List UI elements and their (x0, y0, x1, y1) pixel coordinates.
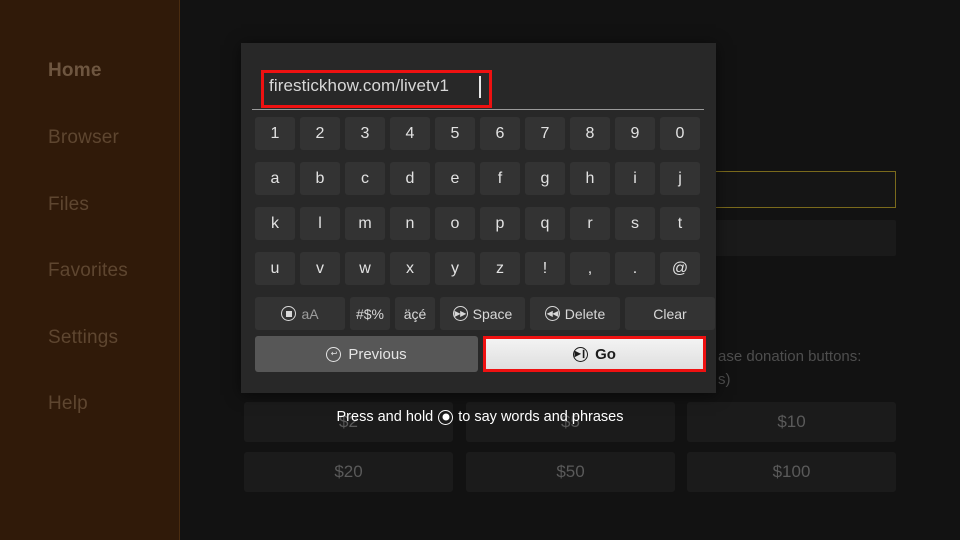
key-s[interactable]: s (615, 207, 655, 240)
key-exclamation[interactable]: ! (525, 252, 565, 285)
donate-button-100[interactable]: $100 (687, 452, 896, 492)
donate-button-50[interactable]: $50 (466, 452, 675, 492)
text-caret (479, 76, 481, 98)
fast-forward-circle-icon: ▶▶ (452, 306, 468, 321)
key-symbols[interactable]: #$% (350, 297, 390, 330)
key-f[interactable]: f (480, 162, 520, 195)
sidebar-item-browser[interactable]: Browser (48, 127, 119, 149)
go-button[interactable]: ▶❙ Go (486, 339, 703, 369)
key-a[interactable]: a (255, 162, 295, 195)
key-6[interactable]: 6 (480, 117, 520, 150)
key-k[interactable]: k (255, 207, 295, 240)
key-v[interactable]: v (300, 252, 340, 285)
key-space[interactable]: ▶▶ Space (440, 297, 525, 330)
key-period[interactable]: . (615, 252, 655, 285)
key-5[interactable]: 5 (435, 117, 475, 150)
background-donation-heading: ase donation buttons: (718, 348, 862, 365)
sidebar: Home Browser Files Favorites Settings He… (0, 0, 180, 540)
go-button-focus-ring: ▶❙ Go (483, 336, 706, 372)
key-e[interactable]: e (435, 162, 475, 195)
tv-browser-screen: Home Browser Files Favorites Settings He… (0, 0, 960, 540)
key-label: Space (472, 305, 513, 322)
donate-button-20[interactable]: $20 (244, 452, 453, 492)
key-9[interactable]: 9 (615, 117, 655, 150)
key-label: aA (301, 305, 319, 322)
key-m[interactable]: m (345, 207, 385, 240)
key-t[interactable]: t (660, 207, 700, 240)
key-g[interactable]: g (525, 162, 565, 195)
sidebar-item-label: Browser (48, 127, 120, 148)
donate-amount: $100 (772, 462, 811, 481)
keyboard-row-uat: u v w x y z ! , . @ (255, 252, 700, 285)
sidebar-item-label: Settings (48, 327, 119, 348)
voice-hint-text-before: Press and hold (336, 409, 434, 425)
url-input-value: firestickhow.com/livetv1 (269, 76, 450, 95)
onscreen-keyboard-dialog: firestickhow.com/livetv1 1 2 3 4 5 6 7 8… (241, 43, 716, 393)
key-u[interactable]: u (255, 252, 295, 285)
voice-input-hint: Press and hold to say words and phrases (0, 409, 960, 425)
previous-button-label: Previous (348, 345, 407, 363)
key-x[interactable]: x (390, 252, 430, 285)
key-l[interactable]: l (300, 207, 340, 240)
key-shift-case[interactable]: aA (255, 297, 345, 330)
key-8[interactable]: 8 (570, 117, 610, 150)
key-y[interactable]: y (435, 252, 475, 285)
key-i[interactable]: i (615, 162, 655, 195)
key-q[interactable]: q (525, 207, 565, 240)
key-o[interactable]: o (435, 207, 475, 240)
stop-circle-icon (281, 306, 297, 321)
key-b[interactable]: b (300, 162, 340, 195)
url-input-area[interactable]: firestickhow.com/livetv1 (252, 70, 704, 110)
background-donation-subtext: s) (718, 371, 731, 388)
key-1[interactable]: 1 (255, 117, 295, 150)
rewind-circle-icon: ◀◀ (544, 306, 560, 321)
sidebar-item-label: Files (48, 194, 90, 215)
keyboard-row-functions: aA #$% äçé ▶▶ Space ◀◀ Delete Clear (255, 297, 715, 330)
key-7[interactable]: 7 (525, 117, 565, 150)
key-3[interactable]: 3 (345, 117, 385, 150)
key-c[interactable]: c (345, 162, 385, 195)
previous-button[interactable]: ↩ Previous (255, 336, 478, 372)
keyboard-row-kt: k l m n o p q r s t (255, 207, 700, 240)
key-4[interactable]: 4 (390, 117, 430, 150)
back-circle-icon: ↩ (326, 346, 342, 362)
key-delete[interactable]: ◀◀ Delete (530, 297, 620, 330)
keyboard-action-row: ↩ Previous ▶❙ Go (255, 336, 706, 372)
keyboard-row-numbers: 1 2 3 4 5 6 7 8 9 0 (255, 117, 700, 150)
key-2[interactable]: 2 (300, 117, 340, 150)
key-z[interactable]: z (480, 252, 520, 285)
voice-hint-text-after: to say words and phrases (458, 409, 624, 425)
key-h[interactable]: h (570, 162, 610, 195)
key-at[interactable]: @ (660, 252, 700, 285)
play-pause-circle-icon: ▶❙ (573, 346, 589, 362)
key-n[interactable]: n (390, 207, 430, 240)
donate-amount: $50 (556, 462, 585, 481)
sidebar-item-home[interactable]: Home (48, 60, 102, 82)
key-label: Delete (564, 305, 606, 322)
donate-amount: $20 (334, 462, 363, 481)
url-input-underline (252, 109, 704, 110)
go-button-label: Go (595, 345, 616, 363)
voice-circle-icon (438, 409, 454, 425)
key-clear[interactable]: Clear (625, 297, 715, 330)
key-0[interactable]: 0 (660, 117, 700, 150)
key-accents[interactable]: äçé (395, 297, 435, 330)
key-r[interactable]: r (570, 207, 610, 240)
keyboard-row-aj: a b c d e f g h i j (255, 162, 700, 195)
sidebar-item-label: Home (48, 60, 102, 81)
sidebar-item-favorites[interactable]: Favorites (48, 260, 128, 282)
key-comma[interactable]: , (570, 252, 610, 285)
sidebar-item-label: Favorites (48, 260, 128, 281)
sidebar-item-files[interactable]: Files (48, 194, 89, 216)
key-d[interactable]: d (390, 162, 430, 195)
sidebar-item-settings[interactable]: Settings (48, 327, 118, 349)
key-j[interactable]: j (660, 162, 700, 195)
key-p[interactable]: p (480, 207, 520, 240)
key-w[interactable]: w (345, 252, 385, 285)
